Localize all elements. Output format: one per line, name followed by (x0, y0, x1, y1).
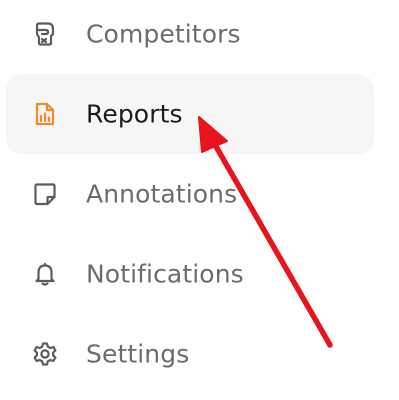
sidebar-item-settings[interactable]: Settings (6, 314, 374, 394)
report-document-icon (32, 101, 58, 127)
sidebar-navigation: Competitors Reports Annotations Notifica… (0, 0, 399, 400)
bell-icon (32, 261, 58, 287)
gear-icon (32, 341, 58, 367)
sidebar-item-label: Reports (86, 99, 183, 129)
sidebar-item-annotations[interactable]: Annotations (6, 154, 374, 234)
sidebar-item-notifications[interactable]: Notifications (6, 234, 374, 314)
sidebar-item-label: Notifications (86, 259, 244, 289)
sidebar-item-competitors[interactable]: Competitors (6, 0, 374, 74)
sidebar-item-label: Settings (86, 339, 190, 369)
boxing-glove-icon (32, 21, 58, 47)
note-icon (32, 181, 58, 207)
sidebar-item-reports[interactable]: Reports (6, 74, 374, 154)
sidebar-item-label: Competitors (86, 19, 241, 49)
sidebar-item-label: Annotations (86, 179, 238, 209)
